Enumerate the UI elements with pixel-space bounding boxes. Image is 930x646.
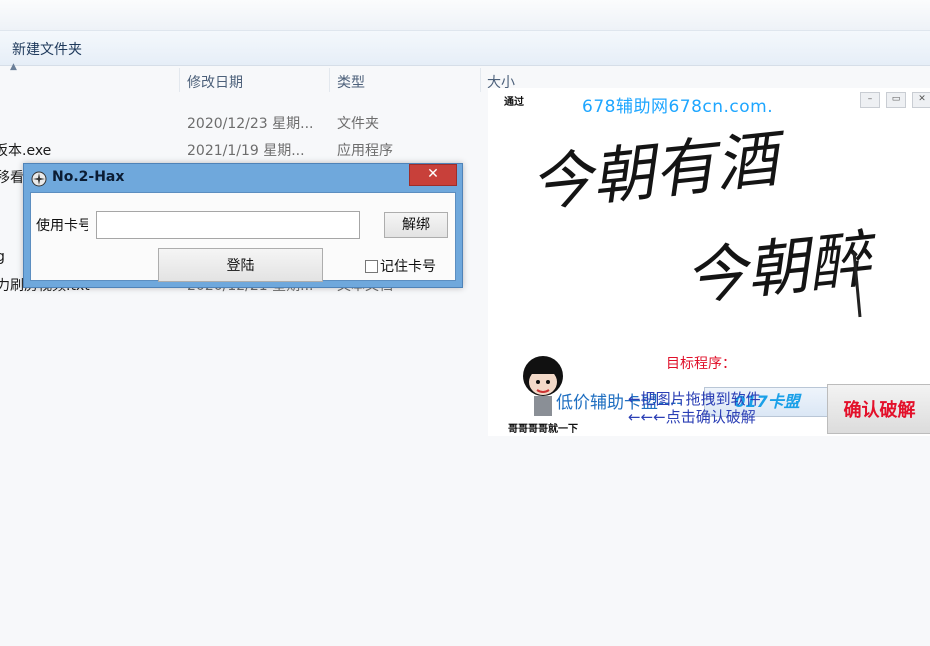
hax-dialog: No.2-Hax ✕ 使用卡号 解绑 登陆 记住卡号 [23, 163, 463, 288]
remember-card-label: 记住卡号 [380, 259, 436, 275]
column-divider[interactable] [179, 68, 180, 92]
app-icon [31, 171, 47, 187]
dialog-close-button[interactable]: ✕ [409, 164, 457, 186]
column-divider[interactable] [480, 68, 481, 92]
tiny-logo: 通过 [504, 97, 524, 108]
dialog-client-area: 使用卡号 解绑 登陆 记住卡号 [30, 192, 456, 282]
calligraphy-line2: 今朝醉 [681, 221, 882, 314]
card-number-input[interactable] [96, 211, 360, 239]
close-icon: ✕ [427, 166, 439, 182]
file-row-type[interactable]: 文件夹 [337, 113, 379, 133]
dialog-title: No.2-Hax [52, 169, 125, 185]
target-program-label: 目标程序： [666, 356, 736, 372]
calligraphy-image: 今朝有酒 今朝醉 [527, 121, 882, 318]
login-button[interactable]: 登陆 [158, 248, 323, 282]
column-header-date[interactable]: 修改日期 [187, 66, 327, 96]
close-icon[interactable]: ✕ [912, 92, 930, 108]
meme-face-icon[interactable] [518, 352, 568, 422]
sort-arrow-icon: ▲ [10, 62, 17, 72]
meme-caption: 哥哥哥哥就一下 [508, 424, 578, 435]
file-row-name[interactable]: g [0, 249, 5, 265]
column-header-type[interactable]: 类型 [337, 66, 477, 96]
maximize-icon[interactable]: ▭ [886, 92, 906, 108]
card-number-label: 使用卡号 [36, 218, 88, 234]
explorer-titlebar [0, 0, 930, 31]
new-folder-button[interactable]: 新建文件夹 [12, 39, 82, 59]
file-row-date[interactable]: 2020/12/23 星期... [187, 113, 314, 133]
explorer-toolbar: 新建文件夹 [0, 31, 930, 66]
confirm-crack-button[interactable]: 确认破解 [827, 384, 930, 434]
unbind-button[interactable]: 解绑 [384, 212, 448, 238]
file-row-name[interactable]: 坂本.exe [0, 140, 51, 160]
file-row-date[interactable]: 2021/1/19 星期... [187, 140, 305, 160]
minimize-icon[interactable]: – [860, 92, 880, 108]
file-row-type[interactable]: 应用程序 [337, 140, 393, 160]
remember-card-checkbox[interactable] [365, 260, 378, 273]
click-hint: ←←←点击确认破解 [628, 408, 756, 426]
column-divider[interactable] [329, 68, 330, 92]
calligraphy-line1: 今朝有酒 [527, 121, 791, 221]
